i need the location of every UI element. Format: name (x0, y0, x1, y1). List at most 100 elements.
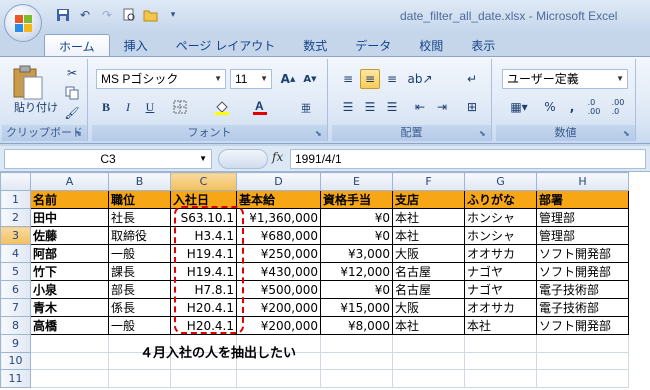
insert-function-icon[interactable]: fx (272, 150, 283, 164)
header-cell[interactable]: 職位 (108, 190, 171, 209)
decrease-decimal-icon[interactable]: .00.0 (608, 97, 628, 117)
row-header-3[interactable]: 3 (0, 226, 31, 245)
comma-icon[interactable]: , (562, 97, 582, 117)
font-size-combo[interactable]: 11 ▼ (230, 69, 272, 89)
align-bottom-icon[interactable]: ≡ (382, 69, 402, 89)
cell-branch[interactable]: 本社 (392, 208, 465, 227)
row-header-6[interactable]: 6 (0, 280, 31, 299)
office-button[interactable] (4, 4, 42, 42)
col-header-h[interactable]: H (536, 172, 629, 191)
save-icon[interactable] (54, 6, 72, 24)
currency-icon[interactable]: ▦▾ (502, 97, 536, 117)
formula-input[interactable]: 1991/4/1 (290, 149, 646, 169)
cell-salary[interactable]: ¥680,000 (236, 226, 321, 245)
cell-furigana[interactable]: ホンシャ (464, 226, 537, 245)
cell-salary[interactable]: ¥430,000 (236, 262, 321, 281)
cell-name[interactable]: 青木 (30, 298, 109, 317)
cell-position[interactable]: 一般 (108, 316, 171, 335)
percent-icon[interactable]: % (540, 97, 560, 117)
empty-cell[interactable] (236, 369, 321, 388)
row-header-10[interactable]: 10 (0, 351, 31, 370)
cell-furigana[interactable]: ナゴヤ (464, 280, 537, 299)
row-header-7[interactable]: 7 (0, 298, 31, 317)
cell-position[interactable]: 社長 (108, 208, 171, 227)
cell-name[interactable]: 田中 (30, 208, 109, 227)
clipboard-launcher-icon[interactable]: ⬊ (75, 129, 85, 139)
font-name-combo[interactable]: MS Pゴシック ▼ (96, 69, 226, 89)
empty-cell[interactable] (30, 369, 109, 388)
col-header-f[interactable]: F (392, 172, 465, 191)
cell-branch[interactable]: 名古屋 (392, 280, 465, 299)
cell-furigana[interactable]: ナゴヤ (464, 262, 537, 281)
border-icon[interactable] (170, 97, 190, 117)
cell-name[interactable]: 高橋 (30, 316, 109, 335)
italic-icon[interactable]: I (118, 97, 138, 117)
bold-icon[interactable]: B (96, 97, 116, 117)
tab-data[interactable]: データ (341, 34, 405, 56)
header-cell[interactable]: 支店 (392, 190, 465, 209)
tab-review[interactable]: 校閲 (405, 34, 457, 56)
select-all-corner[interactable] (0, 172, 31, 191)
merge-center-icon[interactable]: ⊞ (462, 97, 482, 117)
header-cell[interactable]: 資格手当 (320, 190, 393, 209)
increase-decimal-icon[interactable]: .0.00 (584, 97, 604, 117)
cell-hire-date[interactable]: H20.4.1 (170, 316, 237, 335)
row-header-11[interactable]: 11 (0, 369, 31, 388)
orientation-icon[interactable]: ab↗ (407, 69, 432, 89)
empty-cell[interactable] (536, 369, 629, 388)
cell-allowance[interactable]: ¥0 (320, 226, 393, 245)
cell-position[interactable]: 課長 (108, 262, 171, 281)
cell-department[interactable]: 電子技術部 (536, 280, 629, 299)
cell-hire-date[interactable]: H3.4.1 (170, 226, 237, 245)
phonetic-guide-icon[interactable]: 亜 (296, 97, 316, 117)
empty-cell[interactable] (108, 369, 171, 388)
empty-cell[interactable] (30, 351, 109, 370)
tab-page-layout[interactable]: ページ レイアウト (162, 34, 290, 56)
undo-icon[interactable]: ↶ (76, 6, 94, 24)
cell-salary[interactable]: ¥200,000 (236, 316, 321, 335)
wrap-text-icon[interactable]: ↵ (462, 69, 482, 89)
empty-cell[interactable] (392, 351, 465, 370)
row-header-5[interactable]: 5 (0, 262, 31, 281)
paste-icon[interactable] (10, 65, 44, 101)
cell-allowance[interactable]: ¥0 (320, 280, 393, 299)
copy-icon[interactable] (62, 83, 82, 103)
row-header-9[interactable]: 9 (0, 334, 31, 353)
fill-color-icon[interactable] (212, 97, 232, 117)
header-cell[interactable]: 名前 (30, 190, 109, 209)
tab-home[interactable]: ホーム (44, 34, 110, 56)
cell-branch[interactable]: 本社 (392, 226, 465, 245)
col-header-g[interactable]: G (464, 172, 537, 191)
cell-branch[interactable]: 本社 (392, 316, 465, 335)
header-cell[interactable]: ふりがな (464, 190, 537, 209)
col-header-e[interactable]: E (320, 172, 393, 191)
row-header-2[interactable]: 2 (0, 208, 31, 227)
cell-allowance[interactable]: ¥8,000 (320, 316, 393, 335)
number-launcher-icon[interactable]: ⬊ (623, 129, 633, 139)
empty-cell[interactable] (464, 334, 537, 353)
cell-allowance[interactable]: ¥3,000 (320, 244, 393, 263)
formula-bar-splitter[interactable] (218, 149, 268, 169)
customize-qat-icon[interactable]: ▾ (164, 6, 182, 24)
format-painter-icon[interactable]: 🖌 (62, 103, 82, 123)
open-folder-icon[interactable] (142, 6, 160, 24)
cell-hire-date[interactable]: H20.4.1 (170, 298, 237, 317)
print-preview-icon[interactable] (120, 6, 138, 24)
cell-branch[interactable]: 名古屋 (392, 262, 465, 281)
cell-position[interactable]: 取締役 (108, 226, 171, 245)
cut-icon[interactable]: ✂ (62, 63, 82, 83)
grow-font-icon[interactable]: A ▲ (278, 69, 298, 89)
cell-salary[interactable]: ¥1,360,000 (236, 208, 321, 227)
row-header-8[interactable]: 8 (0, 316, 31, 335)
tab-view[interactable]: 表示 (457, 34, 509, 56)
cell-hire-date[interactable]: H19.4.1 (170, 262, 237, 281)
increase-indent-icon[interactable]: ⇥ (432, 97, 452, 117)
align-center-icon[interactable]: ☰ (360, 97, 380, 117)
header-cell[interactable]: 部署 (536, 190, 629, 209)
cell-department[interactable]: ソフト開発部 (536, 316, 629, 335)
cell-salary[interactable]: ¥500,000 (236, 280, 321, 299)
row-header-4[interactable]: 4 (0, 244, 31, 263)
empty-cell[interactable] (536, 334, 629, 353)
cell-name[interactable]: 小泉 (30, 280, 109, 299)
cell-furigana[interactable]: 本社 (464, 316, 537, 335)
